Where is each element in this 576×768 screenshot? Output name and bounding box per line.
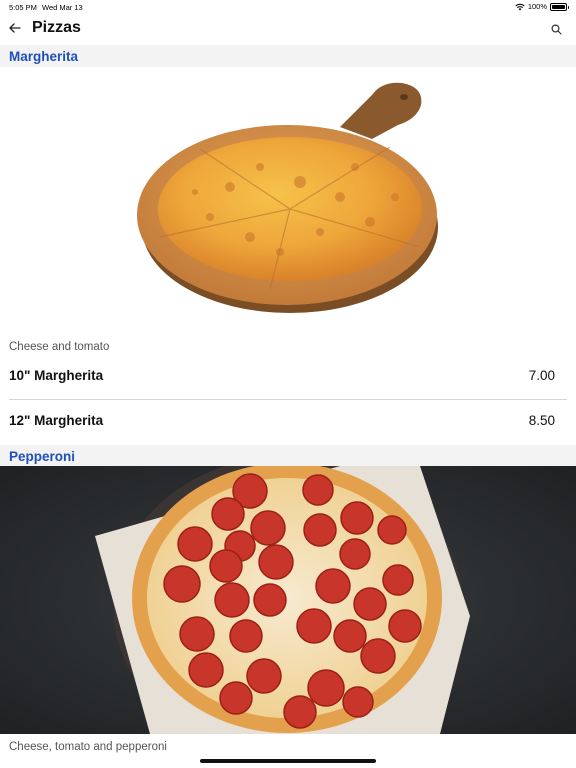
item-price: 8.50 — [528, 413, 555, 428]
home-indicator[interactable] — [200, 759, 376, 763]
section-title: Pepperoni — [9, 449, 76, 464]
status-bar: 5:05 PM Wed Mar 13 100% — [0, 0, 576, 14]
back-button[interactable] — [6, 19, 24, 37]
section-description: Cheese and tomato — [9, 341, 110, 353]
battery-fill — [552, 4, 565, 9]
battery-icon — [550, 2, 569, 11]
wifi-icon — [515, 3, 525, 10]
item-price: 7.00 — [528, 368, 555, 383]
battery-percent: 100% — [527, 2, 547, 11]
section-header-margherita: Margherita — [0, 45, 576, 67]
page-title: Pizzas — [32, 19, 81, 36]
search-icon — [550, 23, 562, 35]
status-indicators: 100% — [515, 2, 569, 11]
status-date: Wed Mar 13 — [42, 3, 83, 12]
pepperoni-photo — [0, 466, 576, 734]
section-description: Cheese, tomato and pepperoni — [9, 741, 167, 753]
search-button[interactable] — [548, 21, 564, 37]
status-time: 5:05 PM — [9, 3, 37, 12]
menu-item[interactable]: 10" Margherita 7.00 — [0, 355, 576, 399]
margherita-photo — [0, 67, 576, 334]
item-name: 10" Margherita — [9, 368, 104, 383]
item-name: 12" Margherita — [9, 413, 104, 428]
section-header-pepperoni: Pepperoni — [0, 445, 576, 467]
section-title: Margherita — [9, 49, 79, 64]
menu-item[interactable]: 12" Margherita 8.50 — [0, 400, 576, 444]
arrow-left-icon — [9, 23, 21, 33]
navigation-bar: Pizzas — [0, 14, 576, 44]
